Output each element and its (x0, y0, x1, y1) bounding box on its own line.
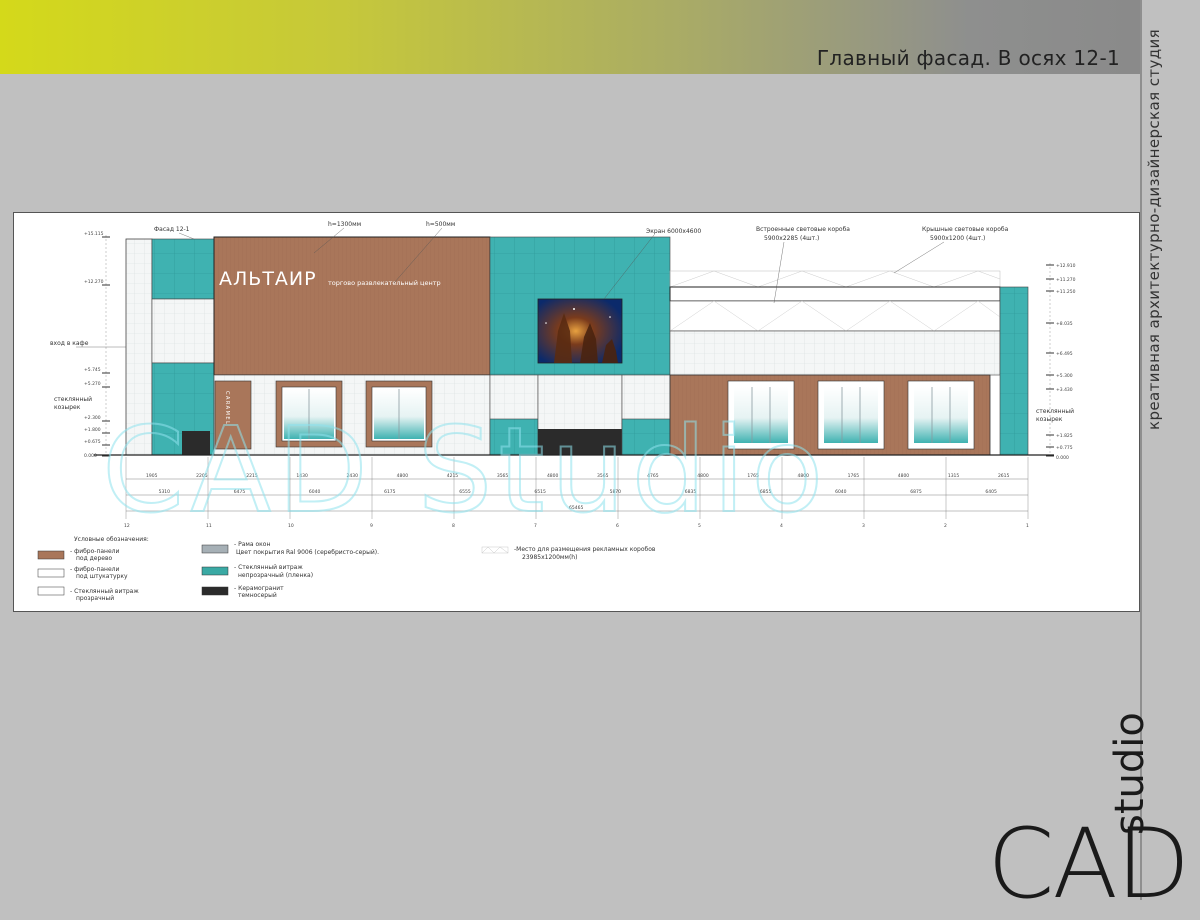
legend-item: - Рама окон Цвет покрытия Ral 9006 (сере… (201, 541, 379, 556)
svg-text:1: 1 (1026, 523, 1029, 529)
svg-text:+8.035: +8.035 (1056, 321, 1073, 327)
right-upper-glass (669, 330, 1001, 376)
studio-caption: креативная архитектурно-дизайнерская сту… (1145, 28, 1163, 430)
svg-text:под штукатурку: под штукатурку (76, 573, 128, 580)
level-marks-right: +12.910 +11.270 +11.250 +8.035 +6.495 +5… (1046, 263, 1076, 461)
svg-text:темносерый: темносерый (238, 592, 277, 599)
svg-text:+0.675: +0.675 (84, 439, 101, 445)
svg-text:+12.910: +12.910 (1056, 263, 1076, 269)
roof-light-box-band (669, 286, 1001, 302)
altair-sign-panel (213, 236, 491, 376)
svg-text:23985х1200мм(h): 23985х1200мм(h) (522, 554, 577, 561)
svg-text:- Керамогранит: - Керамогранит (234, 585, 284, 592)
legend-item: -Место для размещения рекламных коробов … (481, 546, 656, 561)
legend-item: - Стеклянный витраж прозрачный (37, 586, 139, 602)
svg-text:+5.745: +5.745 (84, 367, 101, 373)
svg-text:- фибро-панели: - фибро-панели (70, 566, 119, 573)
svg-text:непрозрачный (пленка): непрозрачный (пленка) (238, 572, 313, 579)
roof-boxes-size: 5900х1200 (4шт.) (930, 235, 985, 242)
svg-text:+0.775: +0.775 (1056, 445, 1073, 451)
level-mark: +12.910 (1046, 263, 1076, 269)
dimension-value: 6040 (835, 489, 847, 495)
level-mark: +11.270 (1046, 277, 1076, 283)
svg-text:+1.800: +1.800 (84, 427, 101, 433)
roof-boxes-label: Крышные световые короба (922, 226, 1009, 233)
builtin-light-boxes (669, 300, 1001, 332)
svg-text:- фибро-панели: - фибро-панели (70, 548, 119, 555)
dimension-value: 4800 (898, 473, 910, 479)
legend-title: Условные обозначения: (74, 536, 149, 543)
brand-cad-logo: CAD (987, 808, 1190, 920)
svg-text:2: 2 (944, 523, 947, 529)
level-mark: +11.250 (1046, 289, 1076, 295)
dim-label-h1: h=1300мм (328, 221, 361, 228)
svg-text:- Рама окон: - Рама окон (234, 541, 270, 548)
legend-item: - фибро-панели под дерево (37, 548, 119, 562)
canopy-right-line1: стеклянный (1036, 408, 1074, 415)
svg-text:+15.115: +15.115 (84, 231, 104, 237)
right-teal-column (999, 286, 1029, 456)
sign-name: АЛЬТАИР (219, 268, 317, 290)
svg-text:- Стеклянный витраж: - Стеклянный витраж (234, 564, 303, 571)
dim-label-h2: h=500мм (426, 221, 455, 228)
svg-text:+11.270: +11.270 (1056, 277, 1076, 283)
screen-label: Экран 6000х4600 (646, 228, 701, 235)
legend-item: - Стеклянный витраж непрозрачный (пленка… (201, 564, 313, 579)
axis-marker: 1 (1026, 457, 1029, 529)
canopy-left-line1: стеклянный (54, 396, 92, 403)
canopy-right-line2: козырек (1036, 416, 1063, 423)
svg-text:0.000: 0.000 (1056, 455, 1069, 461)
page-title: Главный фасад. В осях 12-1 (816, 46, 1120, 70)
header-band: Главный фасад. В осях 12-1 (0, 0, 1140, 74)
svg-text:3: 3 (862, 523, 865, 529)
svg-text:+6.495: +6.495 (1056, 351, 1073, 357)
legend-item: - Керамогранит темносерый (201, 585, 284, 599)
svg-text:- Стеклянный витраж: - Стеклянный витраж (70, 588, 139, 595)
axis-marker: 2 (944, 457, 947, 529)
svg-text:под дерево: под дерево (76, 555, 113, 562)
svg-text:+5.270: +5.270 (84, 381, 101, 387)
level-mark: 0.000 (1046, 455, 1069, 461)
dimension-value: 2615 (998, 473, 1010, 479)
drawing-sheet: +15.115 +12.270 +5.745 +5.270 +2.300 +1.… (13, 212, 1140, 612)
svg-text:+11.250: +11.250 (1056, 289, 1076, 295)
axis-marker: 3 (862, 457, 865, 529)
dimension-value: 6405 (985, 489, 997, 495)
dimension-value: 1765 (848, 473, 860, 479)
builtin-boxes-label: Встроенные световые короба (756, 226, 850, 233)
facade-drawing: +15.115 +12.270 +5.745 +5.270 +2.300 +1.… (37, 221, 1076, 602)
legend-item: - фибро-панели под штукатурку (37, 566, 128, 580)
svg-text:прозрачный: прозрачный (76, 595, 114, 602)
svg-text:+3.430: +3.430 (1056, 387, 1073, 393)
svg-text:+2.300: +2.300 (84, 415, 101, 421)
watermark-text: CAD Studio (102, 401, 829, 539)
svg-text:Цвет покрытия Ral 9006 (сереб: Цвет покрытия Ral 9006 (серебристо-серый… (236, 549, 379, 556)
cafe-entrance-label: вход в кафе (50, 340, 89, 347)
svg-text:+5.300: +5.300 (1056, 373, 1073, 379)
dimension-value: 1315 (948, 473, 960, 479)
dimension-value: 6875 (910, 489, 922, 495)
legend: Условные обозначения: - фибро-панели под… (37, 536, 656, 602)
svg-text:0.000: 0.000 (84, 453, 97, 459)
svg-text:+1.825: +1.825 (1056, 433, 1073, 439)
left-glass-mid (151, 298, 215, 364)
svg-text:-Место для размещения рекламны: -Место для размещения рекламных коробов (514, 546, 656, 553)
roof-ad-zone (669, 270, 1001, 288)
right-window (907, 380, 975, 450)
sign-subtitle: торгово развлекательный центр (328, 279, 441, 287)
canopy-left-line2: козырек (54, 404, 81, 411)
left-teal-upper (151, 238, 215, 300)
builtin-boxes-size: 5900х2285 (4шт.) (764, 235, 819, 242)
facade-label: Фасад 12-1 (154, 226, 190, 233)
svg-text:+12.270: +12.270 (84, 279, 104, 285)
